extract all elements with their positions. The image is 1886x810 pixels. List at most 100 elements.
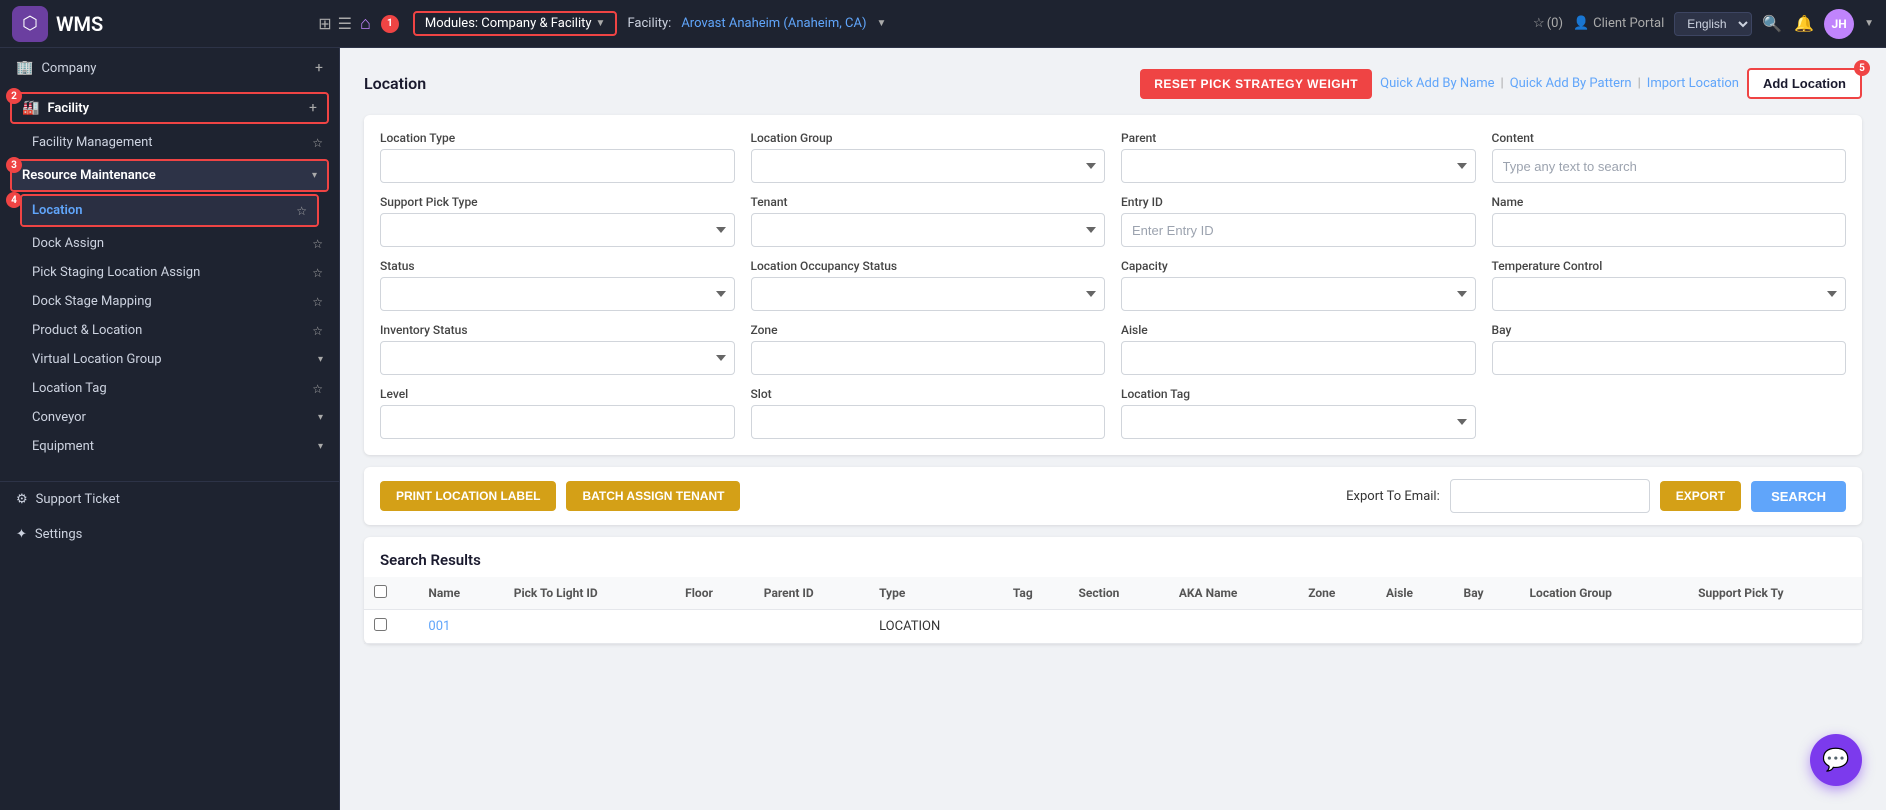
sidebar-item-support[interactable]: ⚙ Support Ticket xyxy=(0,482,339,517)
grid-icon[interactable]: ⊞ xyxy=(318,14,331,33)
dock-stage-star[interactable]: ☆ xyxy=(312,295,323,309)
select-all-checkbox[interactable] xyxy=(374,585,387,598)
dock-assign-label: Dock Assign xyxy=(32,236,304,251)
dock-assign-star[interactable]: ☆ xyxy=(312,237,323,251)
location-tag-star[interactable]: ☆ xyxy=(312,382,323,396)
bell-icon[interactable]: 🔔 xyxy=(1794,14,1814,33)
name-input[interactable] xyxy=(1492,213,1847,247)
location-group-group: Location Group xyxy=(751,131,1106,183)
tenant-select[interactable] xyxy=(751,213,1106,247)
sidebar-item-company[interactable]: 🏢 Company + xyxy=(0,52,339,84)
sidebar-item-location-tag[interactable]: Location Tag ☆ xyxy=(0,374,339,403)
location-group-select[interactable] xyxy=(751,149,1106,183)
content-group: Content xyxy=(1492,131,1847,183)
facility-nav-item[interactable]: 🏭 Facility + xyxy=(10,92,329,124)
sidebar-item-location[interactable]: Location ☆ xyxy=(22,196,317,225)
bay-input[interactable] xyxy=(1492,341,1847,375)
inventory-status-select[interactable] xyxy=(380,341,735,375)
col-pick-light: Pick To Light ID xyxy=(504,577,675,610)
topbar: ⬡ WMS ⊞ ☰ ⌂ 1 Modules: Company & Facilit… xyxy=(0,0,1886,48)
row-support-pick xyxy=(1688,610,1862,644)
avatar[interactable]: JH xyxy=(1824,9,1854,39)
location-occupancy-select[interactable] xyxy=(751,277,1106,311)
table-header-row: Name Pick To Light ID Floor Parent ID Ty… xyxy=(364,577,1862,610)
location-star[interactable]: ☆ xyxy=(296,204,307,218)
location-type-input[interactable] xyxy=(380,149,735,183)
facility-plus-icon[interactable]: + xyxy=(309,100,317,116)
sidebar-item-dock-stage[interactable]: Dock Stage Mapping ☆ xyxy=(0,287,339,316)
slot-input[interactable] xyxy=(751,405,1106,439)
facility-management-star[interactable]: ☆ xyxy=(312,136,323,150)
menu-icon[interactable]: ☰ xyxy=(338,14,352,33)
zone-input[interactable] xyxy=(751,341,1106,375)
parent-select[interactable] xyxy=(1121,149,1476,183)
zone-label: Zone xyxy=(751,323,1106,337)
batch-assign-tenant-button[interactable]: BATCH ASSIGN TENANT xyxy=(566,481,740,511)
location-tag-select[interactable] xyxy=(1121,405,1476,439)
temperature-select[interactable] xyxy=(1492,277,1847,311)
search-icon[interactable]: 🔍 xyxy=(1762,14,1782,33)
sidebar-item-dock-assign[interactable]: Dock Assign ☆ xyxy=(0,229,339,258)
row-select-checkbox[interactable] xyxy=(374,618,387,631)
sidebar-item-product-location[interactable]: Product & Location ☆ xyxy=(0,316,339,345)
print-location-label-button[interactable]: PRINT LOCATION LABEL xyxy=(380,481,556,511)
aisle-label: Aisle xyxy=(1121,323,1476,337)
product-location-label: Product & Location xyxy=(32,323,304,338)
row-zone xyxy=(1298,610,1376,644)
resource-chevron: ▾ xyxy=(312,170,317,181)
support-pick-type-select[interactable] xyxy=(380,213,735,247)
favorites-area[interactable]: ☆ (0) xyxy=(1533,16,1563,31)
sidebar-item-equipment[interactable]: Equipment ▾ xyxy=(0,432,339,461)
topbar-logo: ⬡ WMS ⊞ ☰ xyxy=(12,6,352,42)
search-button[interactable]: SEARCH xyxy=(1751,481,1846,512)
sidebar-item-conveyor[interactable]: Conveyor ▾ xyxy=(0,403,339,432)
capacity-select[interactable] xyxy=(1121,277,1476,311)
chat-icon: 💬 xyxy=(1822,748,1849,773)
export-email-input[interactable] xyxy=(1450,479,1650,513)
entry-id-input[interactable] xyxy=(1121,213,1476,247)
sidebar-item-settings[interactable]: ✦ Settings xyxy=(0,517,339,552)
facility-section: 2 🏭 Facility + xyxy=(0,92,339,124)
facility-name: Arovast Anaheim (Anaheim, CA) xyxy=(681,16,866,31)
reset-pick-strategy-button[interactable]: RESET PICK STRATEGY WEIGHT xyxy=(1140,69,1372,99)
row-pick-light xyxy=(504,610,675,644)
status-select[interactable] xyxy=(380,277,735,311)
row-type: LOCATION xyxy=(869,610,1003,644)
content-input[interactable] xyxy=(1492,149,1847,183)
content-label: Content xyxy=(1492,131,1847,145)
facility-icon: 🏭 xyxy=(22,100,39,116)
col-name: Name xyxy=(418,577,503,610)
export-button[interactable]: EXPORT xyxy=(1660,481,1741,511)
quick-add-pattern-link[interactable]: Quick Add By Pattern xyxy=(1510,76,1632,91)
row-name[interactable]: 001 xyxy=(418,610,503,644)
badge-1: 1 xyxy=(381,15,399,33)
company-icon: 🏢 xyxy=(16,60,33,76)
slot-group: Slot xyxy=(751,387,1106,439)
tenant-group: Tenant xyxy=(751,195,1106,247)
location-type-label: Location Type xyxy=(380,131,735,145)
company-plus-icon[interactable]: + xyxy=(315,60,323,76)
sidebar-item-pick-staging[interactable]: Pick Staging Location Assign ☆ xyxy=(0,258,339,287)
location-tag-label: Location Tag xyxy=(32,381,304,396)
home-icon[interactable]: ⌂ xyxy=(360,13,371,34)
import-location-link[interactable]: Import Location xyxy=(1647,76,1739,91)
sidebar-item-virtual-location[interactable]: Virtual Location Group ▾ xyxy=(0,345,339,374)
action-links: Quick Add By Name | Quick Add By Pattern… xyxy=(1380,76,1739,91)
sep-2: | xyxy=(1638,76,1641,91)
add-location-button[interactable]: Add Location xyxy=(1747,68,1862,99)
module-chevron: ▼ xyxy=(596,18,606,29)
client-portal-link[interactable]: 👤 Client Portal xyxy=(1573,16,1664,31)
level-input[interactable] xyxy=(380,405,735,439)
chat-fab-button[interactable]: 💬 xyxy=(1810,734,1862,786)
dock-stage-label: Dock Stage Mapping xyxy=(32,294,304,309)
product-location-star[interactable]: ☆ xyxy=(312,324,323,338)
sidebar-section-company: 🏢 Company + xyxy=(0,48,339,88)
language-select[interactable]: English xyxy=(1674,12,1752,36)
quick-add-name-link[interactable]: Quick Add By Name xyxy=(1380,76,1494,91)
sidebar-item-facility-management[interactable]: Facility Management ☆ xyxy=(0,128,339,157)
location-box: Location ☆ xyxy=(20,194,319,227)
module-selector[interactable]: Modules: Company & Facility ▼ xyxy=(413,11,618,36)
pick-staging-star[interactable]: ☆ xyxy=(312,266,323,280)
aisle-input[interactable] xyxy=(1121,341,1476,375)
resource-maintenance-item[interactable]: Resource Maintenance ▾ xyxy=(12,161,327,190)
